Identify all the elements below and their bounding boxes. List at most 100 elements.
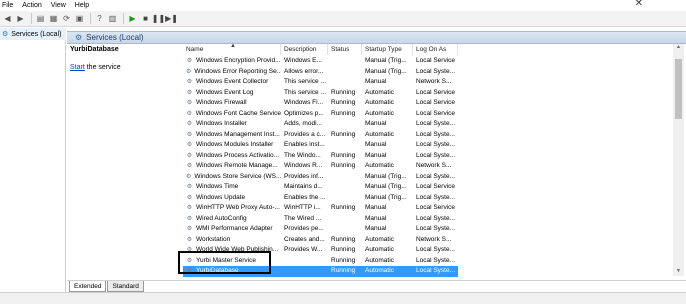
help-icon[interactable]: ?	[94, 13, 105, 24]
service-name-cell: ⚙ Wired AutoConfig	[183, 214, 281, 225]
table-row[interactable]: ⚙ Windows Event Log This service ... Runnin…	[183, 88, 458, 99]
toolbar-separator	[31, 13, 32, 24]
column-header-description[interactable]: Description	[281, 44, 328, 55]
service-description-cell	[281, 266, 328, 277]
table-row[interactable]: ⚙ Windows Encryption Provid... Windows E..…	[183, 56, 458, 67]
table-row[interactable]: ⚙ Windows Firewall Windows Fi... Running Aut…	[183, 98, 458, 109]
properties-icon[interactable]: ▥	[107, 13, 118, 24]
toolbar-separator	[123, 13, 124, 24]
vertical-scrollbar[interactable]: ▲ ▼	[673, 44, 684, 276]
service-gear-icon: ⚙	[186, 163, 193, 169]
scroll-up-icon[interactable]: ▲	[673, 44, 684, 52]
table-row[interactable]: ⚙ Windows Font Cache Service Optimizes p..…	[183, 109, 458, 120]
service-description-cell: WinHTTP i...	[284, 204, 321, 211]
table-row[interactable]: ⚙ Wired AutoConfig The Wired ... Manual Loca…	[183, 214, 458, 225]
service-gear-icon: ⚙	[186, 58, 193, 64]
tree-item-label: Services (Local)	[11, 30, 62, 38]
service-startup-type-cell: Manual (Trig...	[365, 183, 407, 190]
service-startup-type-cell: Automatic	[365, 88, 394, 96]
column-header-name[interactable]: Name ▲	[183, 43, 281, 55]
column-header-status[interactable]: Status	[328, 44, 362, 55]
service-startup-type-cell: Manual	[365, 204, 387, 211]
pause-service-icon[interactable]: ❚❚	[152, 13, 165, 24]
service-status-cell	[328, 214, 362, 225]
window-close-icon[interactable]: ✕	[635, 0, 643, 9]
service-gear-icon: ⚙	[186, 173, 192, 180]
service-log-on-as-cell: Local Syste...	[416, 225, 456, 232]
service-gear-icon: ⚙	[186, 89, 193, 96]
service-log-on-as-cell: Local Syste...	[416, 67, 456, 75]
back-arrow-icon[interactable]: ◀	[2, 13, 13, 24]
menu-action[interactable]: Action	[22, 2, 41, 9]
start-service-link[interactable]: Start	[70, 64, 85, 71]
service-startup-type-cell: Manual	[365, 151, 387, 159]
export-list-icon[interactable]: ▣	[74, 13, 85, 24]
view-tabs: Extended Standard	[67, 280, 686, 292]
tab-extended[interactable]: Extended	[69, 281, 107, 292]
table-row[interactable]: ⚙ WMI Performance Adapter Provides pe... Ma…	[183, 224, 458, 235]
service-log-on-as-cell: Local Syste...	[416, 141, 456, 148]
start-service-icon[interactable]: ▶	[127, 13, 138, 24]
table-row[interactable]: ⚙ Windows Modules Installer Enables inst..…	[183, 140, 458, 151]
show-hide-tree-icon[interactable]: ▤	[35, 13, 46, 24]
tab-standard[interactable]: Standard	[107, 281, 144, 292]
service-name-cell: ⚙ Windows Modules Installer	[183, 140, 281, 151]
table-row[interactable]: ⚙ Workstation Creates and... Running Automat…	[183, 235, 458, 246]
menu-view[interactable]: View	[51, 2, 66, 9]
restart-service-icon[interactable]: ▶❚	[165, 13, 178, 24]
service-status-cell	[328, 140, 362, 151]
service-status-cell	[328, 77, 362, 88]
service-name-cell: ⚙ Workstation	[183, 235, 281, 246]
service-status-cell: Running	[331, 235, 356, 243]
table-row[interactable]: ⚙ Windows Time Maintains d... Manual (Trig.…	[183, 182, 458, 193]
service-gear-icon: ⚙	[186, 131, 193, 138]
forward-arrow-icon[interactable]: ▶	[15, 13, 26, 24]
service-name-label: Windows Update	[196, 193, 246, 201]
service-description-cell: This service ...	[284, 88, 326, 96]
table-body: ⚙ Windows Encryption Provid... Windows E..…	[183, 56, 458, 277]
service-startup-type-cell: Manual (Trig...	[365, 193, 407, 201]
selected-service-name: YurbiDatabase	[70, 46, 119, 53]
table-row[interactable]: ⚙ WinHTTP Web Proxy Auto-... WinHTTP i... R…	[183, 203, 458, 214]
tree-item-services-local[interactable]: ⚙ Services (Local)	[0, 28, 66, 40]
service-log-on-as-cell: Local Syste...	[416, 172, 456, 180]
service-log-on-as-cell: Local Service	[416, 204, 456, 211]
column-header-startup-type[interactable]: Startup Type	[362, 44, 413, 55]
table-row[interactable]: ⚙ Windows Store Service (WS... Provides in…	[183, 172, 458, 183]
service-description-cell: Enables inst...	[284, 141, 325, 148]
pane-header-title: Services (Local)	[86, 33, 144, 42]
menu-help[interactable]: Help	[75, 2, 89, 9]
service-name-label: Windows Font Cache Service	[195, 109, 281, 117]
service-log-on-as-cell: Local Syste...	[416, 246, 456, 253]
service-startup-type-cell: Manual (Trig...	[365, 67, 407, 75]
service-status-cell	[328, 193, 362, 204]
service-name-cell: ⚙ WMI Performance Adapter	[183, 224, 281, 235]
menu-file[interactable]: File	[2, 2, 13, 9]
service-gear-icon: ⚙	[186, 226, 193, 232]
table-row[interactable]: ⚙ Windows Update Enables the ... Manual (Tr…	[183, 193, 458, 204]
service-startup-type-cell: Manual (Trig...	[365, 172, 407, 180]
service-name-label: Workstation	[196, 235, 231, 243]
service-startup-type-cell: Automatic	[365, 99, 394, 106]
service-description-cell: Creates and...	[284, 235, 325, 243]
service-gear-icon: ⚙	[186, 68, 192, 75]
console-tree-icon[interactable]: ▦	[48, 13, 59, 24]
scroll-thumb[interactable]	[675, 59, 682, 119]
scroll-down-icon[interactable]: ▼	[673, 268, 684, 276]
table-row[interactable]: ⚙ Windows Remote Manage... Windows R... Run…	[183, 161, 458, 172]
toolbar-separator	[90, 13, 91, 24]
column-header-log-on-as[interactable]: Log On As	[413, 44, 458, 55]
refresh-icon[interactable]: ⟳	[61, 13, 72, 24]
table-row[interactable]: ⚙ Windows Management Inst... Provides a c.…	[183, 130, 458, 141]
service-log-on-as-cell: Local Service	[416, 109, 456, 117]
service-description-cell: Provides a c...	[284, 130, 326, 138]
table-row[interactable]: ⚙ Windows Error Reporting Se... Allows err…	[183, 67, 458, 78]
table-row[interactable]: ⚙ Windows Installer Adds, modi... Manual Loc…	[183, 119, 458, 130]
stop-service-icon[interactable]: ■	[140, 13, 151, 24]
service-startup-type-cell: Manual	[365, 214, 387, 222]
table-row[interactable]: ⚙ Windows Process Activatio... The Windo..…	[183, 151, 458, 162]
service-log-on-as-cell: Local Syste...	[416, 151, 456, 159]
toolbar: ◀ ▶ ▤ ▦ ⟳ ▣ ? ▥ ▶ ■ ❚❚ ▶❚	[0, 11, 686, 27]
table-row[interactable]: ⚙ Windows Event Collector This service ...…	[183, 77, 458, 88]
service-name-cell: ⚙ Windows Event Collector	[183, 77, 281, 88]
